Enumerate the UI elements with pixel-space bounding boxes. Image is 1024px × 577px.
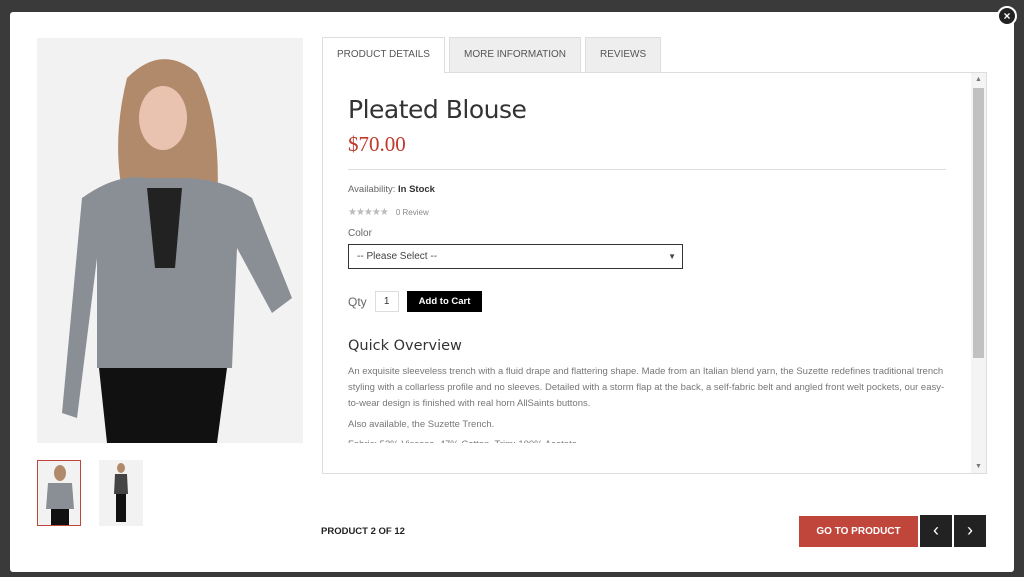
- thumbnail-1[interactable]: [37, 460, 81, 526]
- divider: [348, 169, 946, 170]
- product-price: $70.00: [348, 132, 406, 156]
- availability-value: In Stock: [398, 184, 435, 195]
- scroll-up-icon[interactable]: ▲: [975, 76, 982, 83]
- availability-label: Availability:: [348, 184, 396, 195]
- overview-also-available: Also available, the Suzette Trench.: [348, 419, 495, 430]
- quick-overview-heading: Quick Overview: [348, 338, 462, 354]
- overview-description: An exquisite sleeveless trench with a fl…: [348, 366, 945, 409]
- tab-more-information[interactable]: MORE INFORMATION: [448, 37, 582, 72]
- color-select[interactable]: -- Please Select -- ▼: [348, 244, 683, 269]
- tab-product-details[interactable]: PRODUCT DETAILS: [322, 37, 445, 73]
- go-to-product-button[interactable]: GO TO PRODUCT: [799, 516, 918, 547]
- product-tabs: PRODUCT DETAILS MORE INFORMATION REVIEWS: [322, 37, 662, 73]
- quick-view-modal: PRODUCT DETAILS MORE INFORMATION REVIEWS…: [10, 12, 1014, 572]
- review-count-link[interactable]: 0 Review: [396, 208, 429, 217]
- color-label: Color: [348, 228, 372, 239]
- product-details-panel: Pleated Blouse $70.00 Availability: In S…: [322, 72, 987, 474]
- close-icon[interactable]: ×: [997, 6, 1017, 26]
- tab-reviews[interactable]: REVIEWS: [585, 37, 662, 72]
- next-product-button[interactable]: ›: [954, 515, 986, 547]
- color-select-value: -- Please Select --: [357, 251, 438, 262]
- scrollbar[interactable]: ▲ ▼: [971, 73, 986, 473]
- thumbnail-2[interactable]: [99, 460, 143, 526]
- qty-label: Qty: [348, 294, 367, 309]
- overview-fabric: Fabric: 53% Viscose, 47% Cotton. Trim: 1…: [348, 437, 946, 443]
- scroll-down-icon[interactable]: ▼: [975, 463, 982, 470]
- rating: ★★★★★ 0 Review: [348, 207, 946, 218]
- dropdown-arrow-icon: ▼: [668, 252, 676, 261]
- qty-input[interactable]: 1: [374, 291, 399, 312]
- add-to-cart-button[interactable]: Add to Cart: [406, 291, 483, 312]
- star-rating-icon: ★★★★★: [348, 207, 389, 218]
- prev-product-button[interactable]: ‹: [920, 515, 952, 547]
- product-title: Pleated Blouse: [348, 95, 527, 124]
- product-main-image: [37, 38, 303, 443]
- scrollbar-thumb[interactable]: [973, 88, 984, 358]
- availability: Availability: In Stock: [348, 184, 946, 195]
- product-counter: PRODUCT 2 OF 12: [321, 526, 405, 537]
